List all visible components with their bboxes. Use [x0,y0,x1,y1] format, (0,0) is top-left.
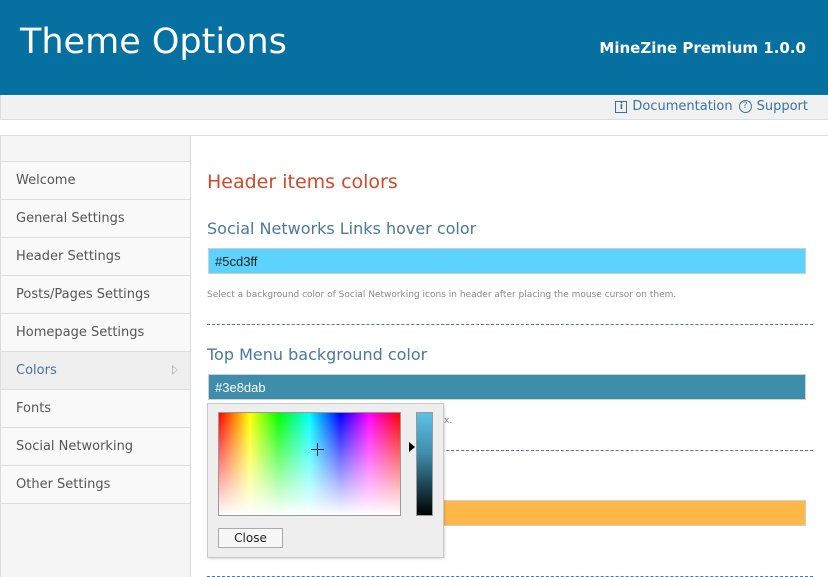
sidebar-item-posts-pages-settings[interactable]: Posts/Pages Settings [1,276,190,314]
sidebar: Welcome General Settings Header Settings… [1,136,191,577]
sidebar-item-other-settings[interactable]: Other Settings [1,466,190,504]
sidebar-item-label: Homepage Settings [16,325,145,340]
sidebar-item-homepage-settings[interactable]: Homepage Settings [1,314,190,352]
field-description-top-menu-bg: x. [444,416,453,426]
triangle-right-icon [172,365,178,375]
info-icon: i [615,100,628,113]
sidebar-item-label: Fonts [16,401,52,416]
sidebar-item-label: Posts/Pages Settings [16,287,151,302]
sidebar-item-label: General Settings [16,211,125,226]
color-saturation-field[interactable] [218,412,401,516]
support-label: Support [756,99,808,114]
support-link[interactable]: ? Support [738,99,808,114]
field-description-social-hover: Select a background color of Social Netw… [207,290,677,300]
field-label-top-menu-bg: Top Menu background color [207,345,428,364]
sidebar-item-colors[interactable]: Colors [1,352,190,390]
section-title: Header items colors [207,171,398,193]
sidebar-item-social-networking[interactable]: Social Networking [1,428,190,466]
divider [207,324,813,325]
field-label-social-hover: Social Networks Links hover color [207,219,477,238]
sidebar-item-label: Header Settings [16,249,121,264]
help-icon: ? [738,100,752,113]
documentation-link[interactable]: i Documentation [615,99,733,114]
color-picker-popup: Close [207,403,444,558]
close-button[interactable]: Close [218,528,283,548]
top-links-bar: i Documentation ? Support [0,95,828,120]
social-hover-color-input[interactable] [208,248,806,274]
sidebar-item-label: Colors [16,363,57,378]
sidebar-item-header-settings[interactable]: Header Settings [1,238,190,276]
page-title: Theme Options [20,22,287,62]
sidebar-item-fonts[interactable]: Fonts [1,390,190,428]
sidebar-item-welcome[interactable]: Welcome [1,162,190,200]
sidebar-item-label: Social Networking [16,439,134,454]
sidebar-item-label: Welcome [16,173,76,188]
sidebar-item-label: Other Settings [16,477,111,492]
color-value-slider[interactable] [416,412,433,516]
crosshair-icon[interactable] [311,443,324,456]
slider-arrow-icon[interactable] [409,442,415,452]
top-menu-bg-color-input[interactable] [208,374,806,400]
sidebar-item-general-settings[interactable]: General Settings [1,200,190,238]
theme-version: MineZine Premium 1.0.0 [599,39,806,57]
documentation-label: Documentation [632,99,733,114]
page-header: Theme Options MineZine Premium 1.0.0 [0,0,828,95]
